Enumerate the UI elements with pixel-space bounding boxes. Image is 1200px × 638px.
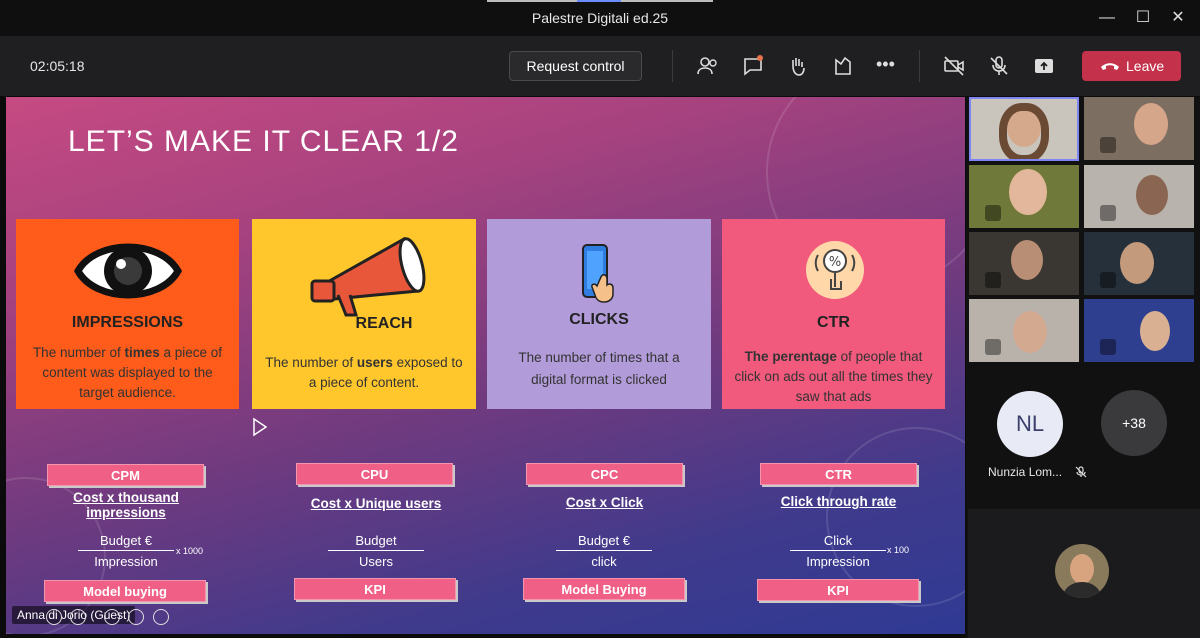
participant-video-tile[interactable] <box>969 299 1079 362</box>
participant-video-tile[interactable] <box>1084 165 1194 228</box>
rooms-icon[interactable] <box>831 54 855 78</box>
card-impressions: IMPRESSIONS The number of times a piece … <box>16 219 239 409</box>
participant-video-tile[interactable] <box>1084 232 1194 295</box>
toolbar-divider <box>919 50 920 82</box>
metric-tag-pill: Model buying <box>44 580 206 602</box>
title-bar: Palestre Digitali ed.25 — ☐ ✕ <box>0 0 1200 36</box>
muted-icon <box>985 205 1001 221</box>
cursor-pointer-icon <box>253 417 268 437</box>
card-description: The number of times a piece of content w… <box>32 345 223 400</box>
window-title: Palestre Digitali ed.25 <box>531 10 669 26</box>
muted-icon <box>1100 339 1116 355</box>
metric-acronym-pill: CPM <box>47 464 204 486</box>
title-accent <box>487 0 713 2</box>
slide-title: LET’S MAKE IT CLEAR 1/2 <box>68 125 459 158</box>
card-title: CLICKS <box>569 311 629 328</box>
meeting-timer: 02:05:18 <box>30 58 85 74</box>
request-control-button[interactable]: Request control <box>509 51 642 81</box>
participant-video-tile[interactable] <box>1084 299 1194 362</box>
raise-hand-icon[interactable] <box>786 54 810 78</box>
mic-off-icon[interactable] <box>987 54 1011 78</box>
metric-formula: Click Impression <box>790 533 886 569</box>
metric-tag-pill: KPI <box>294 578 456 600</box>
more-slide-options-icon[interactable] <box>153 609 169 625</box>
eye-icon <box>74 243 182 299</box>
card-title: IMPRESSIONS <box>71 314 184 331</box>
metric-formula: Budget € click <box>556 533 652 569</box>
maximize-icon[interactable]: ☐ <box>1133 8 1153 28</box>
megaphone-icon <box>310 236 426 317</box>
card-reach: REACH The number of users exposed to a p… <box>252 219 476 409</box>
card-title: REACH <box>355 315 413 332</box>
next-slide-icon[interactable] <box>70 609 86 625</box>
metric-formula: Budget € Impression <box>78 533 174 569</box>
more-options-icon[interactable]: ••• <box>876 54 900 78</box>
phone-tap-icon <box>582 244 614 303</box>
people-icon[interactable] <box>696 54 720 78</box>
muted-icon <box>1100 137 1116 153</box>
meeting-toolbar: 02:05:18 Request control ••• Leave <box>0 36 1200 96</box>
metric-formula: Budget Users <box>328 533 424 569</box>
zoom-icon[interactable] <box>128 609 144 625</box>
metric-acronym-pill: CTR <box>760 463 917 485</box>
card-title: CTR <box>817 314 850 331</box>
metric-tag-pill: Model Buying <box>523 578 685 600</box>
participant-video-tile[interactable] <box>969 165 1079 228</box>
card-clicks: CLICKS The number of times that a digita… <box>487 219 711 409</box>
camera-off-icon[interactable] <box>942 54 966 78</box>
muted-icon <box>1100 272 1116 288</box>
toolbar-divider <box>672 50 673 82</box>
participant-video-tile[interactable] <box>1084 97 1194 160</box>
self-avatar[interactable] <box>1055 544 1109 598</box>
prev-slide-icon[interactable] <box>46 609 62 625</box>
muted-icon <box>985 272 1001 288</box>
shared-slide: LET’S MAKE IT CLEAR 1/2 IMPRESSIONS The … <box>6 97 965 634</box>
metric-multiplier: x 1000 <box>176 546 204 556</box>
metric-full-name: Cost x Unique users <box>310 496 442 511</box>
chat-icon[interactable] <box>741 54 765 78</box>
card-description: The perentage of people that click on ad… <box>734 349 933 404</box>
share-screen-icon[interactable] <box>1032 54 1056 78</box>
metric-multiplier: x 100 <box>887 545 910 555</box>
metric-acronym-pill: CPU <box>296 463 453 485</box>
card-description: The number of users exposed to a piece o… <box>265 355 463 390</box>
metric-full-name: Cost x thousand impressions <box>73 490 179 520</box>
muted-icon <box>985 339 1001 355</box>
card-ctr: % CTR The perentage of people that click… <box>722 219 945 409</box>
metric-full-name: Cost x Click <box>565 495 644 510</box>
muted-icon <box>1100 205 1116 221</box>
close-icon[interactable]: ✕ <box>1168 8 1188 28</box>
phone-hangup-icon <box>1101 63 1119 70</box>
leave-button[interactable]: Leave <box>1082 51 1181 81</box>
metric-acronym-pill: CPC <box>526 463 683 485</box>
participant-video-tile-active[interactable] <box>969 97 1079 161</box>
participant-name: Nunzia Lom... <box>988 465 1087 479</box>
minimize-icon[interactable]: — <box>1097 8 1117 28</box>
avatar[interactable]: NL <box>997 391 1063 457</box>
metric-full-name: Click through rate <box>780 494 897 509</box>
leave-label: Leave <box>1126 58 1165 74</box>
svg-text:%: % <box>829 255 841 270</box>
card-description: The number of times that a digital forma… <box>518 350 680 387</box>
more-participants-button[interactable]: +38 <box>1101 390 1167 456</box>
percent-click-icon: % <box>806 241 864 299</box>
sync-icon[interactable] <box>104 609 120 625</box>
metric-tag-pill: KPI <box>757 579 919 601</box>
participant-video-tile[interactable] <box>969 232 1079 295</box>
mic-off-icon <box>1075 466 1087 478</box>
